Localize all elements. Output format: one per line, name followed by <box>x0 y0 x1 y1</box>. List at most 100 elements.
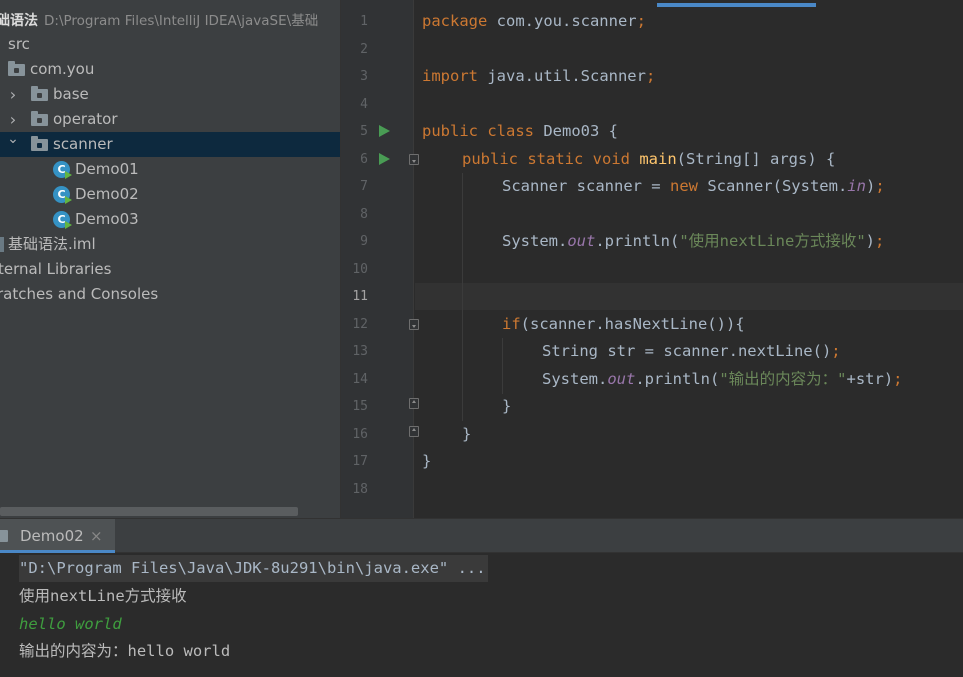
run-tab-bar: Demo02 × <box>0 519 963 553</box>
fold-open-icon[interactable] <box>409 319 419 330</box>
package-name: com.you.scanner <box>487 12 637 30</box>
tree-item-external-libraries[interactable]: ternal Libraries <box>0 257 340 282</box>
tree-item-src[interactable]: src <box>0 32 340 57</box>
editor-gutter: 1 2 3 4 5 6 7 8 9 10 11 12 13 14 15 16 1… <box>341 0 419 518</box>
string-literal: "输出的内容为：" <box>719 370 847 388</box>
semicolon: ; <box>831 342 841 360</box>
fold-close-icon[interactable] <box>409 426 419 437</box>
tree-item-scanner[interactable]: ⌄ scanner <box>0 131 340 157</box>
console-user-input: hello world <box>19 615 122 633</box>
project-tool-window: 础语法 D:\Program Files\IntelliJ IDEA\javaSE… <box>0 0 340 518</box>
console-output-line: 使用nextLine方式接收 <box>19 587 187 605</box>
console-output[interactable]: "D:\Program Files\Java\JDK-8u291\bin\jav… <box>0 554 963 677</box>
semicolon: ; <box>893 370 903 388</box>
code-line-5: public class Demo03 { <box>422 118 618 145</box>
code-text: (scanner.hasNextLine()){ <box>520 315 745 333</box>
line-number: 10 <box>352 262 368 277</box>
package-folder-icon <box>31 111 48 126</box>
method-name: main <box>630 150 677 168</box>
line-number: 2 <box>360 42 368 57</box>
string-literal: "使用nextLine方式接收" <box>679 232 866 250</box>
java-class-icon: C <box>53 211 72 229</box>
line-number: 3 <box>360 69 368 84</box>
method-params: (String[] args) { <box>676 150 836 168</box>
keyword: package <box>422 12 488 30</box>
indent-guide <box>462 173 463 421</box>
chevron-down-icon[interactable]: ⌄ <box>7 127 19 152</box>
class-declaration: Demo03 { <box>534 122 618 140</box>
tree-item-label: Demo02 <box>75 185 139 203</box>
code-text: Scanner scanner = <box>502 177 670 195</box>
tree-item-label: Demo03 <box>75 210 139 228</box>
tree-item-label: scanner <box>53 135 113 153</box>
code-text: .println( <box>595 232 680 250</box>
tree-item-label: ratches and Consoles <box>0 285 159 303</box>
code-text: System. <box>502 232 568 250</box>
code-line-13: String str = scanner.nextLine(); <box>542 338 841 365</box>
keyword: new <box>669 177 698 195</box>
tree-item-label: Demo01 <box>75 160 139 178</box>
chevron-right-icon[interactable]: › <box>7 82 19 107</box>
tree-item-label: 基础语法.iml <box>8 235 96 253</box>
line-number: 16 <box>352 427 368 442</box>
console-output-line: 输出的内容为：hello world <box>19 642 231 660</box>
tree-item-demo01[interactable]: C Demo01 <box>0 157 340 182</box>
code-editor[interactable]: 1 2 3 4 5 6 7 8 9 10 11 12 13 14 15 16 1… <box>340 0 963 518</box>
console-command-line[interactable]: "D:\Program Files\Java\JDK-8u291\bin\jav… <box>19 555 488 582</box>
package-folder-icon <box>31 86 48 101</box>
run-main-icon[interactable] <box>379 153 390 165</box>
keyword: void <box>583 150 630 168</box>
line-number: 8 <box>360 207 368 222</box>
run-tool-window: Demo02 × "D:\Program Files\Java\JDK-8u29… <box>0 518 963 677</box>
code-text: ) <box>865 177 876 195</box>
tree-item-com-you[interactable]: com.you <box>0 57 340 82</box>
keyword: if <box>502 315 521 333</box>
tree-item-label: ternal Libraries <box>0 260 112 278</box>
code-line-15: } <box>502 397 512 415</box>
code-text: +str) <box>846 370 894 388</box>
tree-item-demo02[interactable]: C Demo02 <box>0 182 340 207</box>
line-number: 5 <box>360 124 368 139</box>
code-text: String str = scanner.nextLine() <box>542 342 832 360</box>
code-line-1: package com.you.scanner; <box>422 8 646 35</box>
java-class-icon: C <box>53 186 72 204</box>
code-line-12: if(scanner.hasNextLine()){ <box>502 311 745 338</box>
tree-item-operator[interactable]: › operator <box>0 107 340 132</box>
tree-item-demo03[interactable]: C Demo03 <box>0 207 340 232</box>
close-icon[interactable]: × <box>90 519 103 553</box>
line-number-current: 11 <box>352 289 368 304</box>
keyword: static <box>518 150 584 168</box>
line-number: 4 <box>360 97 368 112</box>
tree-item-label: operator <box>53 110 118 128</box>
run-class-icon[interactable] <box>379 125 390 137</box>
code-line-3: import java.util.Scanner; <box>422 63 655 90</box>
run-tab-label: Demo02 <box>20 527 84 545</box>
project-header: 础语法 D:\Program Files\IntelliJ IDEA\javaSE… <box>0 8 340 34</box>
keyword: class <box>478 122 534 140</box>
tree-item-base[interactable]: › base <box>0 82 340 107</box>
project-name[interactable]: 础语法 <box>0 13 38 29</box>
line-number: 12 <box>352 317 368 332</box>
current-line-highlight <box>415 283 963 310</box>
code-line-7: Scanner scanner = new Scanner(System.in)… <box>502 173 885 200</box>
tree-item-scratches[interactable]: ratches and Consoles <box>0 282 340 307</box>
line-number: 1 <box>360 14 368 29</box>
code-line-14: System.out.println("输出的内容为："+str); <box>542 366 903 393</box>
line-number: 18 <box>352 482 368 497</box>
code-text: .println( <box>635 370 720 388</box>
tree-item-label: base <box>53 85 89 103</box>
tree-horizontal-scrollbar[interactable] <box>0 507 298 516</box>
semicolon: ; <box>875 232 885 250</box>
tree-item-iml-file[interactable]: 基础语法.iml <box>0 232 340 257</box>
run-tab-demo02[interactable]: Demo02 × <box>0 519 115 553</box>
semicolon: ; <box>875 177 885 195</box>
project-path: D:\Program Files\IntelliJ IDEA\javaSE\基础 <box>44 13 319 29</box>
code-text: System. <box>542 370 608 388</box>
keyword: public <box>422 122 478 140</box>
line-number: 9 <box>360 234 368 249</box>
module-file-icon <box>0 237 4 252</box>
line-number: 6 <box>360 152 368 167</box>
line-number: 7 <box>360 179 368 194</box>
fold-open-icon[interactable] <box>409 154 419 165</box>
fold-close-icon[interactable] <box>409 398 419 409</box>
